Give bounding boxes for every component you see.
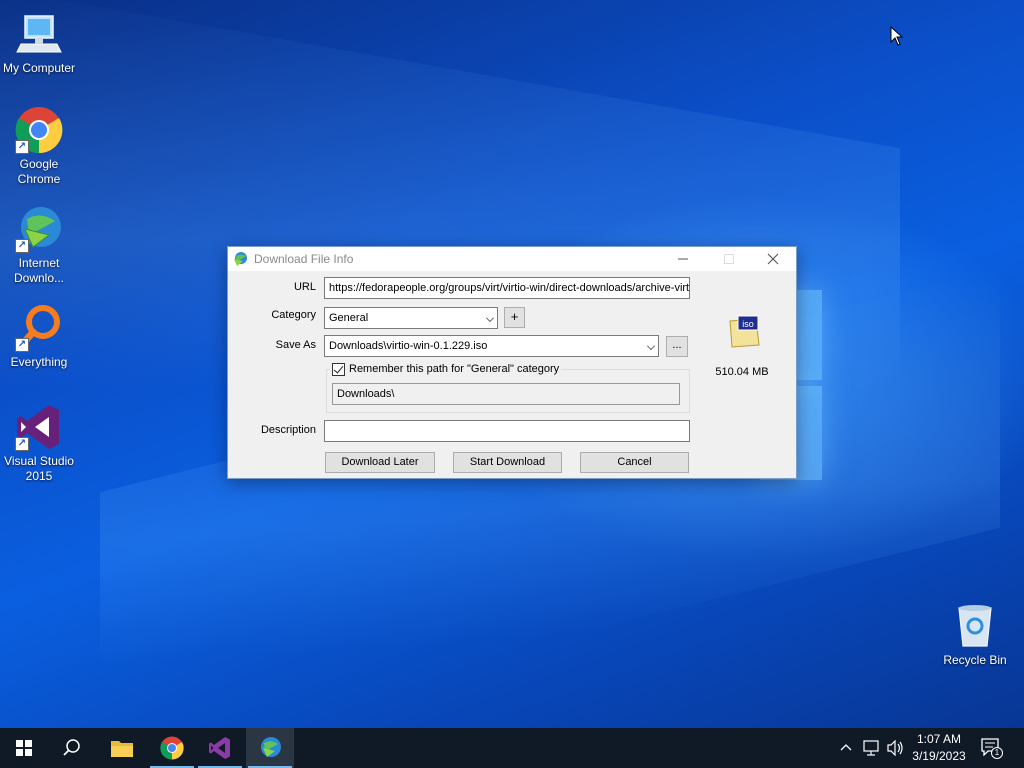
- desktop-icon-everything[interactable]: ↗ Everything: [0, 304, 78, 370]
- desktop-icon-google-chrome[interactable]: ↗ Google Chrome: [0, 106, 78, 187]
- category-dropdown[interactable]: General: [324, 307, 498, 329]
- taskbar-file-explorer[interactable]: [98, 728, 146, 768]
- desktop-icon-label: Visual Studio 2015: [4, 454, 74, 483]
- recycle-bin-icon: [951, 602, 999, 650]
- start-icon: [16, 740, 32, 756]
- clock-time[interactable]: 1:07 AM: [906, 732, 972, 746]
- desktop-icon-label: Recycle Bin: [943, 653, 1007, 667]
- search-icon: [63, 739, 80, 756]
- url-label: URL: [293, 281, 316, 293]
- volume-icon[interactable]: [886, 740, 904, 756]
- svg-text:iso: iso: [742, 319, 754, 329]
- start-download-button[interactable]: Start Download: [453, 452, 562, 473]
- notification-count-badge: 1: [991, 747, 1003, 759]
- desktop-icon-visual-studio[interactable]: ↗ Visual Studio 2015: [0, 403, 78, 484]
- save-as-path-value: Downloads\virtio-win-0.1.229.iso: [329, 340, 488, 352]
- dialog-title: Download File Info: [254, 252, 354, 266]
- chrome-icon: [160, 736, 184, 760]
- shortcut-arrow-icon: ↗: [15, 338, 29, 352]
- everything-search-icon: ↗: [15, 304, 63, 352]
- download-later-button[interactable]: Download Later: [325, 452, 435, 473]
- idm-icon: ↗: [15, 205, 63, 253]
- remember-path-label: Remember this path for "General" categor…: [349, 363, 560, 375]
- remember-path-checkbox[interactable]: [332, 362, 345, 376]
- cancel-button[interactable]: Cancel: [580, 452, 689, 473]
- network-icon[interactable]: [862, 740, 880, 756]
- taskbar-visual-studio[interactable]: [196, 728, 244, 768]
- desktop-icon-my-computer[interactable]: My Computer: [0, 10, 78, 76]
- category-label: Category: [271, 309, 316, 321]
- idm-icon: [261, 737, 281, 757]
- mouse-pointer-icon: [890, 26, 904, 46]
- desktop-icon-label: Google Chrome: [17, 157, 61, 186]
- dialog-titlebar[interactable]: Download File Info: [228, 247, 796, 271]
- chevron-up-icon[interactable]: [840, 742, 852, 754]
- action-center-button[interactable]: 1: [980, 738, 1004, 759]
- maximize-icon: [724, 254, 734, 264]
- category-path-field: Downloads\: [332, 383, 680, 405]
- file-size: 510.04 MB: [715, 366, 769, 378]
- add-category-button[interactable]: +: [504, 307, 525, 328]
- shortcut-arrow-icon: ↗: [15, 140, 29, 154]
- close-button[interactable]: [750, 247, 796, 271]
- shortcut-arrow-icon: ↗: [15, 437, 29, 451]
- save-as-label: Save As: [275, 339, 316, 351]
- remember-path-option[interactable]: Remember this path for "General" categor…: [330, 361, 562, 377]
- desktop-icon-recycle-bin[interactable]: Recycle Bin: [936, 602, 1014, 668]
- chevron-down-icon: [647, 342, 655, 350]
- category-selected-value: General: [329, 312, 369, 324]
- file-explorer-icon: [111, 741, 133, 757]
- chevron-down-icon: [486, 314, 494, 322]
- taskbar-chrome[interactable]: [148, 728, 196, 768]
- description-field[interactable]: [324, 420, 690, 442]
- browse-button[interactable]: ...: [666, 336, 688, 357]
- desktop-icon-label: My Computer: [2, 61, 76, 75]
- desktop-icon-internet-download-manager[interactable]: ↗ Internet Downlo...: [0, 205, 78, 286]
- taskbar: 1:07 AM 3/19/2023 1: [0, 728, 1024, 768]
- chrome-icon: ↗: [15, 106, 63, 154]
- shortcut-arrow-icon: ↗: [15, 239, 29, 253]
- save-as-dropdown[interactable]: Downloads\virtio-win-0.1.229.iso: [324, 335, 659, 357]
- visual-studio-icon: ↗: [15, 403, 63, 451]
- close-icon: [767, 253, 779, 265]
- computer-icon: [15, 10, 63, 58]
- search-button[interactable]: [48, 728, 96, 768]
- taskbar-idm[interactable]: [246, 728, 294, 768]
- clock-date[interactable]: 3/19/2023: [906, 749, 972, 763]
- idm-icon: [234, 252, 247, 266]
- download-file-info-dialog: Download File Info URL https://fedorapeo…: [227, 246, 797, 479]
- description-label: Description: [260, 424, 316, 436]
- url-field[interactable]: https://fedorapeople.org/groups/virt/vir…: [324, 277, 690, 299]
- desktop-icon-label: Everything: [10, 355, 68, 369]
- minimize-button[interactable]: [660, 247, 706, 271]
- start-button[interactable]: [0, 728, 48, 768]
- desktop-icon-label: Internet Downlo...: [13, 256, 65, 285]
- minimize-icon: [678, 258, 688, 260]
- maximize-button: [706, 247, 752, 271]
- visual-studio-icon: [209, 737, 230, 759]
- iso-file-icon: iso: [729, 315, 760, 348]
